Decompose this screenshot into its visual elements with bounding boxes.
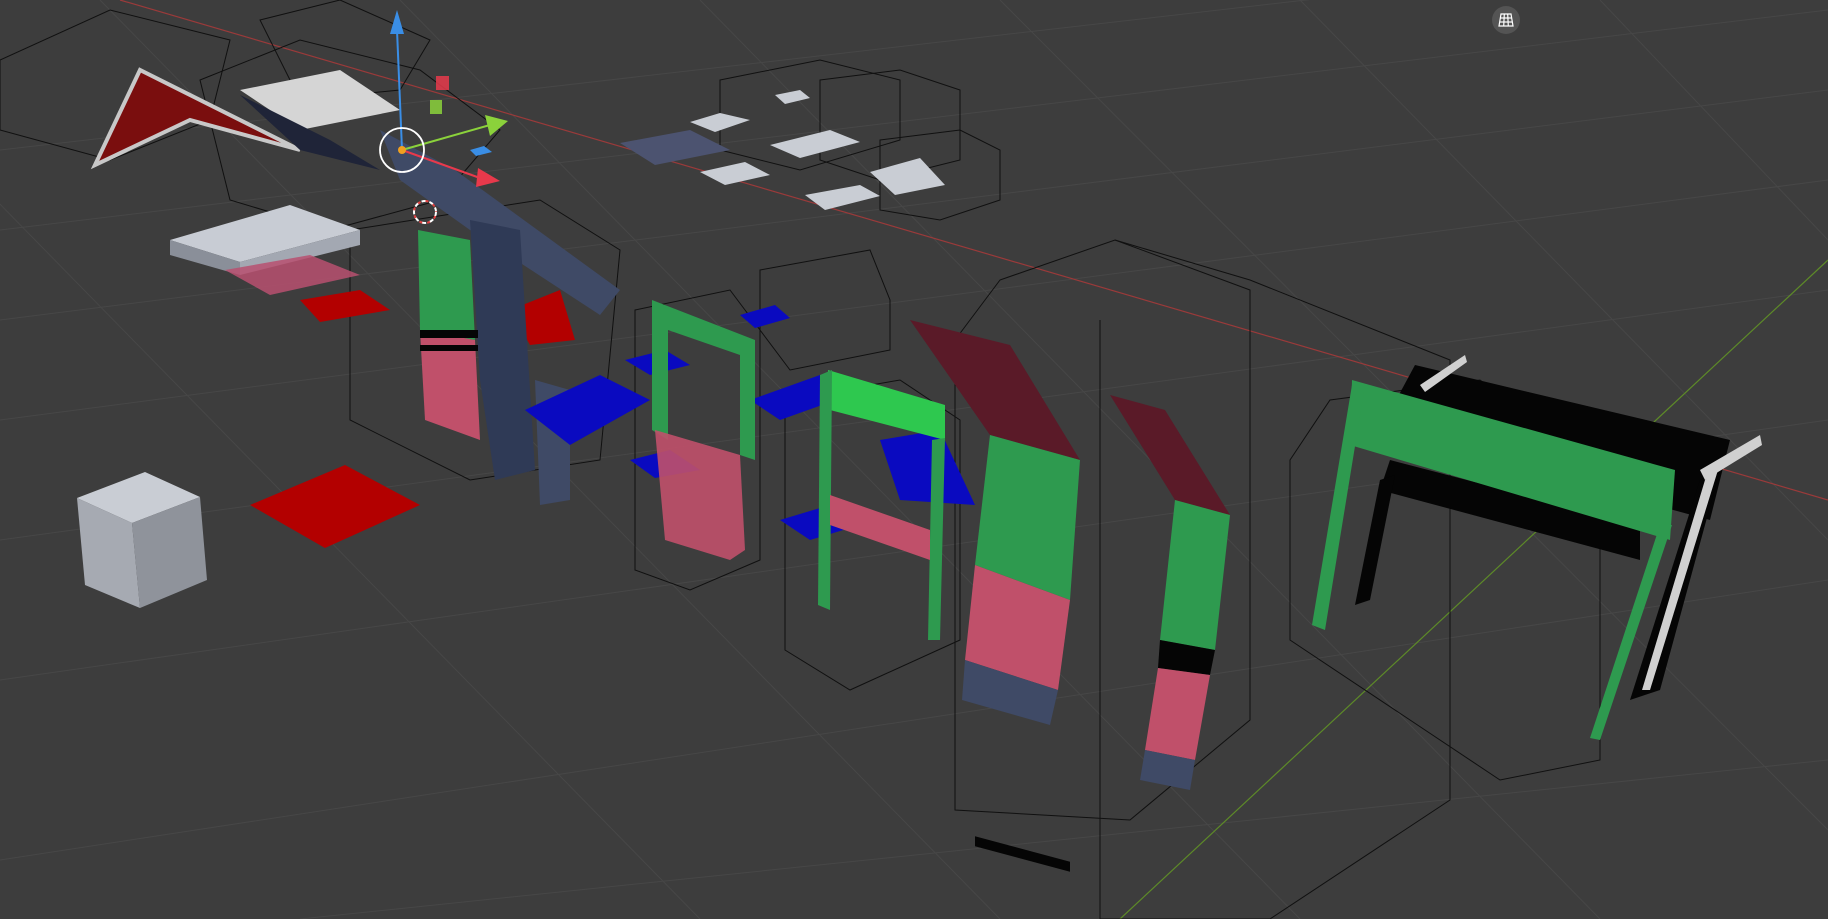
slate-column-object[interactable] bbox=[380, 130, 620, 505]
pink-door-fill[interactable] bbox=[655, 430, 745, 560]
white-roof-mesh[interactable] bbox=[240, 70, 400, 130]
red-floor-square[interactable] bbox=[250, 465, 420, 548]
3d-viewport[interactable] bbox=[0, 0, 1828, 919]
gizmo-y-arrow bbox=[485, 115, 508, 136]
y-axis-line bbox=[1119, 259, 1828, 919]
scene-canvas[interactable] bbox=[0, 0, 1828, 919]
red-floor-tile-1[interactable] bbox=[300, 290, 390, 322]
gizmo-z-arrow bbox=[390, 10, 404, 34]
gizmo-xz-plane bbox=[436, 76, 449, 90]
grid-perspective-icon bbox=[1498, 12, 1514, 28]
gizmo-xy-plane bbox=[470, 146, 492, 156]
green-frame-2[interactable] bbox=[818, 370, 945, 640]
blue-floor-tile-3[interactable] bbox=[740, 305, 790, 328]
gizmo-origin bbox=[398, 146, 406, 154]
green-black-archway[interactable] bbox=[1312, 355, 1762, 740]
ortho-toggle-button[interactable] bbox=[1492, 6, 1520, 34]
green-pink-panel-left[interactable] bbox=[418, 230, 480, 440]
slate-slab[interactable] bbox=[620, 130, 730, 165]
white-cube[interactable] bbox=[77, 472, 207, 608]
gizmo-yz-plane bbox=[430, 100, 442, 114]
blue-floor-tile-7[interactable] bbox=[880, 430, 975, 505]
tall-column-2[interactable] bbox=[1110, 395, 1230, 790]
